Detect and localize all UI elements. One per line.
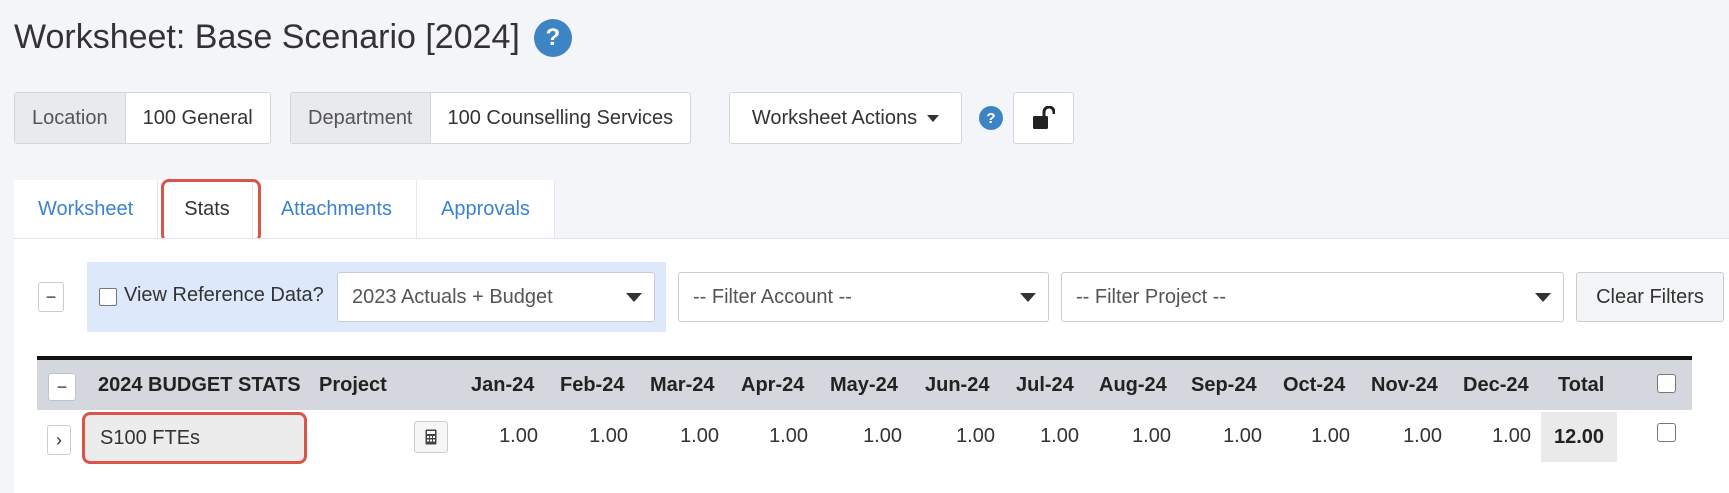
- column-header-month: Nov-24: [1371, 374, 1438, 396]
- month-value-cell[interactable]: 1.00: [1461, 425, 1531, 448]
- month-value-cell[interactable]: 1.00: [649, 425, 719, 448]
- page-title-row: Worksheet: Base Scenario [2024] ?: [14, 18, 572, 57]
- filter-project-select[interactable]: -- Filter Project --: [1061, 272, 1564, 322]
- reference-data-label: View Reference Data?: [124, 284, 324, 306]
- column-header-month: Sep-24: [1191, 374, 1257, 396]
- filter-account-placeholder: -- Filter Account --: [693, 285, 852, 308]
- month-value-cell[interactable]: 1.00: [1101, 425, 1171, 448]
- stat-name-cell[interactable]: S100 FTEs: [82, 412, 307, 464]
- month-value-cell[interactable]: 1.00: [925, 425, 995, 448]
- column-header-month: Jun-24: [925, 374, 990, 396]
- column-header-month: Dec-24: [1463, 374, 1529, 396]
- filter-account-select[interactable]: -- Filter Account --: [678, 272, 1049, 322]
- month-value-cell[interactable]: 1.00: [468, 425, 538, 448]
- tab-worksheet[interactable]: Worksheet: [14, 180, 159, 238]
- worksheet-actions-button[interactable]: Worksheet Actions: [729, 92, 962, 144]
- department-value[interactable]: 100 Counselling Services: [431, 93, 691, 143]
- column-header-month: Oct-24: [1283, 374, 1346, 396]
- column-header-total: Total: [1558, 374, 1605, 396]
- minus-icon[interactable]: −: [48, 373, 76, 401]
- worksheet-actions-label: Worksheet Actions: [751, 106, 918, 129]
- column-header-month: Jan-24: [471, 374, 535, 396]
- help-icon[interactable]: ?: [979, 106, 1003, 130]
- chevron-right-icon[interactable]: ›: [47, 425, 71, 455]
- location-value[interactable]: 100 General: [126, 93, 270, 143]
- month-value-cell[interactable]: 1.00: [1192, 425, 1262, 448]
- reference-data-select-value: 2023 Actuals + Budget: [352, 285, 553, 308]
- location-label: Location: [15, 93, 126, 143]
- row-select-checkbox[interactable]: [1657, 423, 1676, 442]
- month-value-cell[interactable]: 1.00: [1372, 425, 1442, 448]
- month-value-cell[interactable]: 1.00: [738, 425, 808, 448]
- column-header-month: Jul-24: [1016, 374, 1074, 396]
- unlock-icon: [1032, 106, 1055, 129]
- reference-data-select[interactable]: 2023 Actuals + Budget: [337, 272, 655, 322]
- department-label: Department: [291, 93, 431, 143]
- clear-filters-button[interactable]: Clear Filters: [1576, 272, 1724, 322]
- tab-highlight-box: [161, 179, 261, 243]
- caret-down-icon: [927, 114, 940, 122]
- caret-down-icon: [1020, 293, 1036, 302]
- column-header-month: Mar-24: [650, 374, 715, 396]
- department-selector[interactable]: Department 100 Counselling Services: [290, 92, 692, 144]
- calculator-button[interactable]: [414, 421, 448, 453]
- help-icon[interactable]: ?: [533, 18, 572, 57]
- month-value-cell[interactable]: 1.00: [832, 425, 902, 448]
- tab-bar: Worksheet Stats Attachments Approvals: [14, 180, 555, 238]
- caret-down-icon: [1535, 293, 1551, 302]
- location-selector[interactable]: Location 100 General: [14, 92, 271, 144]
- column-header-month: Feb-24: [560, 374, 625, 396]
- caret-down-icon: [626, 293, 642, 302]
- month-value-cell[interactable]: 1.00: [558, 425, 628, 448]
- column-header-project: Project: [319, 374, 387, 396]
- month-value-cell[interactable]: 1.00: [1009, 425, 1079, 448]
- page-title: Worksheet: Base Scenario [2024]: [14, 18, 520, 56]
- minus-icon[interactable]: −: [38, 282, 64, 312]
- month-value-cell[interactable]: 1.00: [1280, 425, 1350, 448]
- tab-approvals[interactable]: Approvals: [417, 180, 555, 238]
- tab-attachments[interactable]: Attachments: [257, 180, 417, 238]
- column-header-name: 2024 BUDGET STATS: [98, 374, 301, 396]
- calculator-icon: [425, 429, 437, 445]
- reference-data-checkbox[interactable]: [99, 288, 117, 306]
- column-header-month: May-24: [830, 374, 898, 396]
- column-header-month: Aug-24: [1099, 374, 1167, 396]
- filter-project-placeholder: -- Filter Project --: [1076, 285, 1226, 308]
- column-header-month: Apr-24: [741, 374, 805, 396]
- lock-toggle-button[interactable]: [1013, 92, 1074, 144]
- select-all-checkbox[interactable]: [1657, 374, 1676, 393]
- row-total-cell: 12.00: [1541, 412, 1617, 462]
